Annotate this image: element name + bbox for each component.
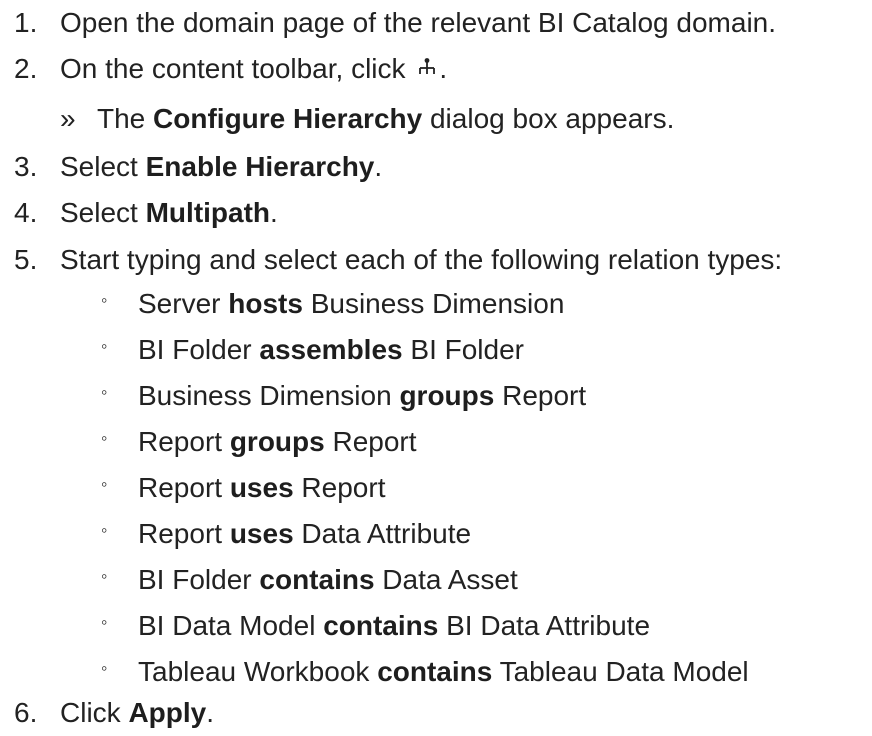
relation-verb: hosts <box>228 288 303 319</box>
instruction-document: 1. Open the domain page of the relevant … <box>0 0 872 735</box>
relation-source: Report <box>138 426 230 457</box>
relation-target: Data Attribute <box>293 518 472 549</box>
relation-verb: contains <box>323 610 439 641</box>
hierarchy-icon <box>419 57 436 74</box>
bullet-marker: ◦ <box>101 336 108 356</box>
relation-verb: contains <box>259 564 375 595</box>
relation-type-text: Business Dimension groups Report <box>138 373 586 419</box>
step-text-before: Select <box>60 197 146 228</box>
result-text: The Configure Hierarchy dialog box appea… <box>97 96 674 142</box>
relation-type-text: BI Folder assembles BI Folder <box>138 327 524 373</box>
step-text-before: Click <box>60 697 129 728</box>
step-number: 4. <box>14 197 38 228</box>
relation-type-text: Server hosts Business Dimension <box>138 281 564 327</box>
step-number: 1. <box>14 7 38 38</box>
relation-verb: contains <box>377 656 493 687</box>
relation-source: Tableau Workbook <box>138 656 378 687</box>
step-number: 2. <box>14 53 38 84</box>
bullet-marker: ◦ <box>101 474 108 494</box>
step-text: Select Enable Hierarchy. <box>60 144 382 190</box>
relation-verb: assembles <box>259 334 403 365</box>
relation-target: Data Asset <box>374 564 518 595</box>
relation-source: Business Dimension <box>138 380 400 411</box>
step-text-before: On the content toolbar, click <box>60 53 414 84</box>
step-text-after: . <box>206 697 215 728</box>
relation-source: BI Folder <box>138 334 260 365</box>
step-text-after: . <box>270 197 278 228</box>
step-number: 3. <box>14 151 38 182</box>
step-text-before: Select <box>60 151 146 182</box>
relation-source: Report <box>138 472 230 503</box>
bullet-marker: ◦ <box>101 382 108 402</box>
relation-target: Report <box>293 472 386 503</box>
relation-verb: uses <box>229 518 294 549</box>
relation-source: Server <box>138 288 229 319</box>
relation-source: BI Data Model <box>138 610 324 641</box>
step-text-after: . <box>439 53 448 84</box>
relation-type-text: BI Folder contains Data Asset <box>138 557 518 603</box>
step-text-after: . <box>374 151 383 182</box>
step-number: 6. <box>14 697 38 728</box>
step-text: On the content toolbar, click . <box>60 46 447 92</box>
relation-target: Report <box>494 380 587 411</box>
step-text: Start typing and select each of the foll… <box>60 244 783 275</box>
result-marker: » <box>60 103 76 134</box>
step-text: Click Apply. <box>60 690 214 736</box>
step-text: Select Multipath. <box>60 190 278 236</box>
bullet-marker: ◦ <box>101 658 108 678</box>
relation-type-text: BI Data Model contains BI Data Attribute <box>138 603 650 649</box>
relation-type-text: Report uses Data Attribute <box>138 511 471 557</box>
result-text-after: dialog box appears. <box>422 103 675 134</box>
relation-target: BI Data Attribute <box>438 610 651 641</box>
relation-source: Report <box>138 518 230 549</box>
relation-verb: groups <box>229 426 325 457</box>
ui-term-multipath: Multipath <box>145 197 271 228</box>
relation-type-text: Tableau Workbook contains Tableau Data M… <box>138 649 749 695</box>
ui-term-apply: Apply <box>128 697 207 728</box>
bullet-marker: ◦ <box>101 566 108 586</box>
relation-verb: uses <box>229 472 294 503</box>
step-text: Open the domain page of the relevant BI … <box>60 7 777 38</box>
bullet-marker: ◦ <box>101 290 108 310</box>
relation-target: Business Dimension <box>302 288 565 319</box>
relation-verb: groups <box>399 380 495 411</box>
relation-target: Report <box>324 426 417 457</box>
result-text-before: The <box>97 103 154 134</box>
relation-type-text: Report uses Report <box>138 465 385 511</box>
bullet-marker: ◦ <box>101 428 108 448</box>
relation-type-text: Report groups Report <box>138 419 417 465</box>
relation-source: BI Folder <box>138 564 260 595</box>
ui-term-enable-hierarchy: Enable Hierarchy <box>145 151 375 182</box>
relation-target: BI Folder <box>402 334 524 365</box>
relation-target: Tableau Data Model <box>492 656 749 687</box>
bullet-marker: ◦ <box>101 520 108 540</box>
ui-term-configure-hierarchy: Configure Hierarchy <box>153 103 423 134</box>
bullet-marker: ◦ <box>101 612 108 632</box>
step-number: 5. <box>14 244 38 275</box>
